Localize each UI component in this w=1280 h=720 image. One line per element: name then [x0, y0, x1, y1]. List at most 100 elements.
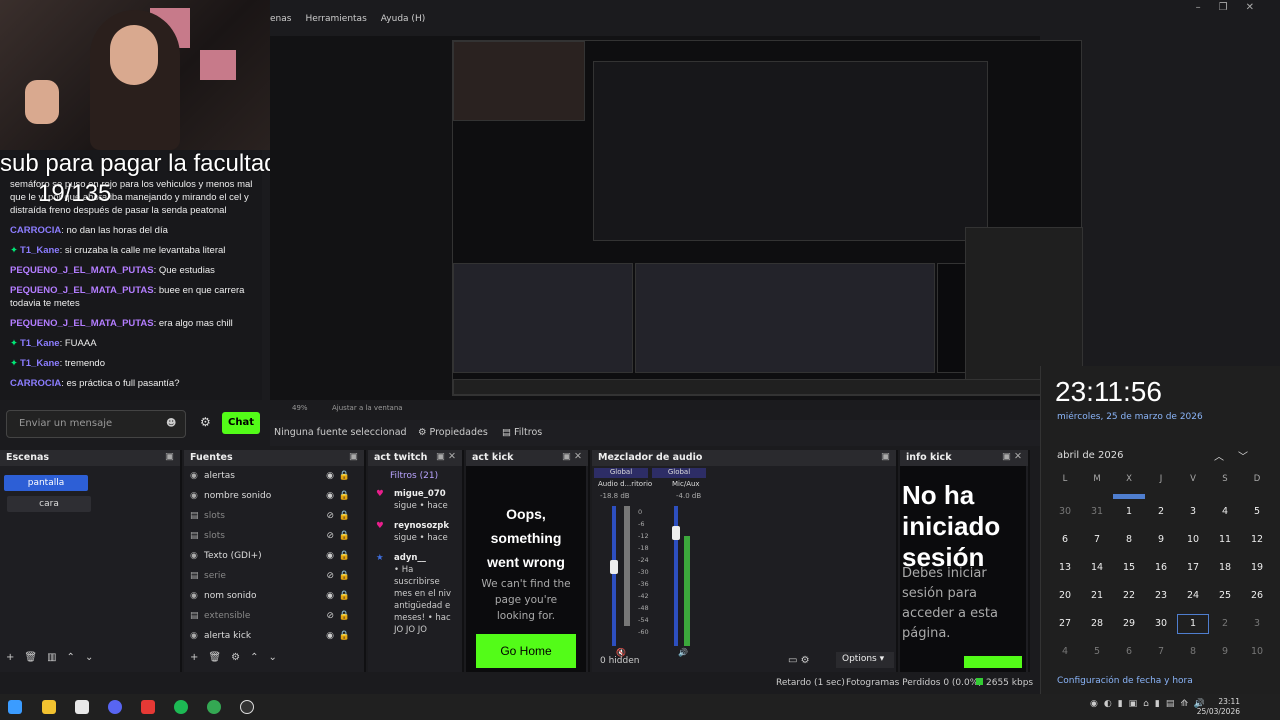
chat-username[interactable]: T1_Kane	[20, 338, 60, 349]
calendar-day[interactable]: 20	[1049, 590, 1081, 601]
eye-hidden-icon[interactable]: ⊘	[326, 606, 334, 626]
calendar-day[interactable]: 7	[1145, 646, 1177, 657]
down-icon[interactable]: ⌄	[268, 652, 276, 663]
zoom-level[interactable]: 49%	[292, 404, 308, 412]
calendar-day[interactable]: 5	[1241, 506, 1273, 517]
chat-username[interactable]: PEQUENO_J_EL_MATA_PUTAS	[10, 318, 154, 329]
calendar-day[interactable]: 6	[1113, 646, 1145, 657]
chat-username[interactable]: CARROCIA	[10, 378, 61, 389]
lock-icon[interactable]: 🔒	[339, 606, 350, 626]
dock-float-icon[interactable]: ▣	[349, 451, 358, 462]
taskbar-clock[interactable]: 23:11 25/03/2026	[1197, 697, 1240, 717]
close-icon[interactable]: ▣ ✕	[562, 451, 582, 462]
go-home-button[interactable]: Go Home	[476, 634, 576, 668]
chevron-up-icon[interactable]: ︿	[1214, 452, 1238, 463]
close-icon[interactable]: ▣ ✕	[1002, 451, 1022, 462]
speaker-icon[interactable]: 🔊	[678, 648, 688, 657]
eye-hidden-icon[interactable]: ⊘	[326, 566, 334, 586]
up-icon[interactable]: ⌃	[250, 652, 258, 663]
calendar-day[interactable]: 8	[1177, 646, 1209, 657]
zoom-fit-select[interactable]: Ajustar a la ventana	[332, 404, 403, 412]
options-button[interactable]: Options ▾	[836, 652, 894, 668]
close-icon[interactable]: ▣ ✕	[436, 451, 456, 462]
source-item[interactable]: ◉ nombre sonido ◉ 🔒	[184, 486, 364, 506]
calendar-day[interactable]: 4	[1209, 506, 1241, 517]
calendar-day[interactable]: 27	[1049, 618, 1081, 629]
calendar-day[interactable]: 25	[1209, 590, 1241, 601]
trash-icon[interactable]: 🗑	[208, 652, 221, 663]
chrome-icon[interactable]	[207, 700, 221, 714]
calendar-day[interactable]: 9	[1145, 534, 1177, 545]
chat-username[interactable]: PEQUENO_J_EL_MATA_PUTAS	[10, 265, 154, 276]
eye-icon[interactable]: ◉	[326, 486, 334, 506]
channel-name[interactable]: Audio d...ritorio	[598, 480, 652, 488]
windows-start-icon[interactable]	[8, 700, 22, 714]
calendar-day[interactable]: 2	[1145, 506, 1177, 517]
source-item[interactable]: ▤ slots ⊘ 🔒	[184, 506, 364, 526]
properties-button[interactable]: ⚙ Propiedades	[418, 427, 488, 438]
spotify-icon[interactable]	[174, 700, 188, 714]
lock-icon[interactable]: 🔒	[339, 506, 350, 526]
gear-icon[interactable]: ⚙	[231, 652, 240, 663]
chat-username[interactable]: T1_Kane	[20, 245, 60, 256]
store-icon[interactable]	[75, 700, 89, 714]
chat-username[interactable]: PEQUENO_J_EL_MATA_PUTAS	[10, 285, 154, 296]
emoji-icon[interactable]: ☻	[166, 418, 176, 429]
calendar-day[interactable]: 16	[1145, 562, 1177, 573]
calendar-day[interactable]: 3	[1177, 506, 1209, 517]
calendar-day[interactable]: 22	[1113, 590, 1145, 601]
lock-icon[interactable]: 🔒	[339, 626, 350, 646]
calendar-day[interactable]: 14	[1081, 562, 1113, 573]
lock-icon[interactable]: 🔒	[339, 466, 350, 486]
tray-icons[interactable]: ◉◐▮▣⌂▮▤⟰🔊	[1090, 699, 1211, 709]
calendar-day[interactable]: 29	[1113, 618, 1145, 629]
source-item[interactable]: ▤ extensible ⊘ 🔒	[184, 606, 364, 626]
eye-icon[interactable]: ◉	[326, 546, 334, 566]
down-icon[interactable]: ⌄	[85, 652, 93, 663]
source-item[interactable]: ▤ serie ⊘ 🔒	[184, 566, 364, 586]
calendar-day[interactable]: 10	[1177, 534, 1209, 545]
filters-count[interactable]: Filtros (21)	[368, 466, 462, 486]
source-item[interactable]: ◉ nom sonido ◉ 🔒	[184, 586, 364, 606]
calendar-day[interactable]: 11	[1209, 534, 1241, 545]
clock-date[interactable]: miércoles, 25 de marzo de 2026	[1057, 412, 1203, 422]
calendar-day[interactable]: 28	[1081, 618, 1113, 629]
lock-icon[interactable]: 🔒	[339, 526, 350, 546]
calendar-day[interactable]: 1	[1177, 614, 1209, 634]
chat-send-button[interactable]: Chat	[222, 412, 260, 434]
calendar-day[interactable]: 17	[1177, 562, 1209, 573]
add-icon[interactable]: +	[190, 652, 198, 663]
chat-username[interactable]: T1_Kane	[20, 358, 60, 369]
dock-float-icon[interactable]: ▣	[165, 451, 174, 462]
source-item[interactable]: ▤ slots ⊘ 🔒	[184, 526, 364, 546]
source-item[interactable]: ◉ alertas ◉ 🔒	[184, 466, 364, 486]
calendar-day[interactable]: 2	[1209, 618, 1241, 629]
scene-pantalla[interactable]: pantalla	[4, 475, 88, 491]
calendar-day[interactable]: 18	[1209, 562, 1241, 573]
lock-icon[interactable]: 🔒	[339, 586, 350, 606]
window-controls[interactable]: –❐✕	[1196, 2, 1272, 13]
login-button[interactable]	[964, 656, 1022, 668]
calendar-day[interactable]: 21	[1081, 590, 1113, 601]
trash-icon[interactable]: 🗑	[24, 652, 37, 663]
calendar-day[interactable]: 5	[1081, 646, 1113, 657]
calendar-nav[interactable]: ︿﹀	[1214, 448, 1262, 463]
calendar-day[interactable]: 31	[1081, 506, 1113, 517]
filters-button[interactable]: ▤ Filtros	[502, 427, 542, 438]
calendar-day[interactable]: 3	[1241, 618, 1273, 629]
filter-icon[interactable]: ▥	[47, 652, 56, 663]
app-icon[interactable]	[141, 700, 155, 714]
calendar-day[interactable]: 13	[1049, 562, 1081, 573]
calendar-day[interactable]: 30	[1049, 506, 1081, 517]
calendar-day[interactable]: 7	[1081, 534, 1113, 545]
calendar-month[interactable]: abril de 2026	[1057, 450, 1123, 461]
calendar-day[interactable]: 9	[1209, 646, 1241, 657]
obs-icon[interactable]	[240, 700, 254, 714]
eye-hidden-icon[interactable]: ⊘	[326, 506, 334, 526]
chevron-down-icon[interactable]: ﹀	[1238, 452, 1262, 463]
calendar-day[interactable]: 15	[1113, 562, 1145, 573]
calendar-day[interactable]: 10	[1241, 646, 1273, 657]
calendar-day[interactable]: 23	[1145, 590, 1177, 601]
source-item[interactable]: ◉ Texto (GDI+) ◉ 🔒	[184, 546, 364, 566]
channel-name[interactable]: Mic/Aux	[672, 480, 700, 488]
